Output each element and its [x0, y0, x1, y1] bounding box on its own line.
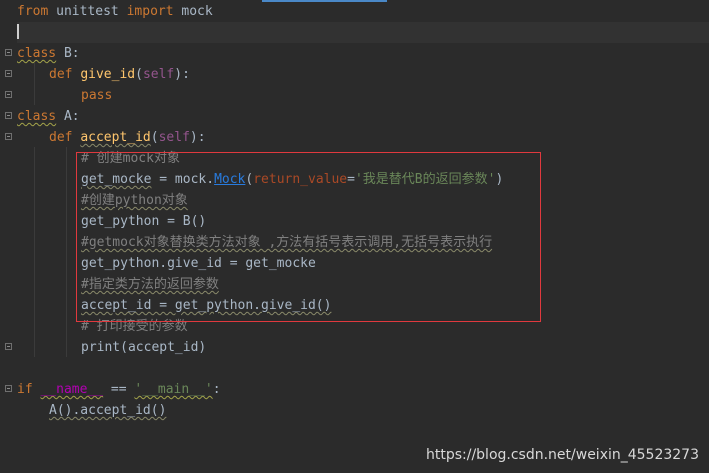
fold-marker-pass[interactable]	[5, 91, 12, 98]
watermark: https://blog.csdn.net/weixin_45523273	[425, 447, 699, 463]
fold-marker-accept-id[interactable]	[5, 133, 12, 140]
text-caret	[17, 24, 19, 39]
code-line-5: pass	[81, 88, 113, 103]
fold-marker-class-a[interactable]	[5, 112, 12, 119]
code-line-1: from unittest import mock	[17, 4, 213, 19]
indent-guide	[66, 147, 67, 357]
fold-marker-give-id[interactable]	[5, 70, 12, 77]
annotation-highlight-box	[76, 152, 541, 322]
code-line-3: class B:	[17, 46, 80, 61]
code-line-4: def give_id(self):	[49, 67, 190, 82]
indent-guide	[34, 63, 35, 105]
fold-marker-class-b[interactable]	[5, 49, 12, 56]
code-line-2-current	[17, 22, 709, 43]
editor-gutter[interactable]	[0, 0, 17, 473]
code-line-17: print(accept_id)	[81, 340, 207, 355]
code-line-20: A().accept_id()	[49, 403, 167, 418]
indent-guide	[34, 147, 35, 357]
code-line-7: def accept_id(self):	[49, 130, 206, 145]
code-line-19: if __name__ == '__main__':	[17, 382, 221, 397]
code-line-6: class A:	[17, 109, 80, 124]
fold-marker-if-main[interactable]	[5, 385, 12, 392]
fold-marker-print[interactable]	[5, 343, 12, 350]
